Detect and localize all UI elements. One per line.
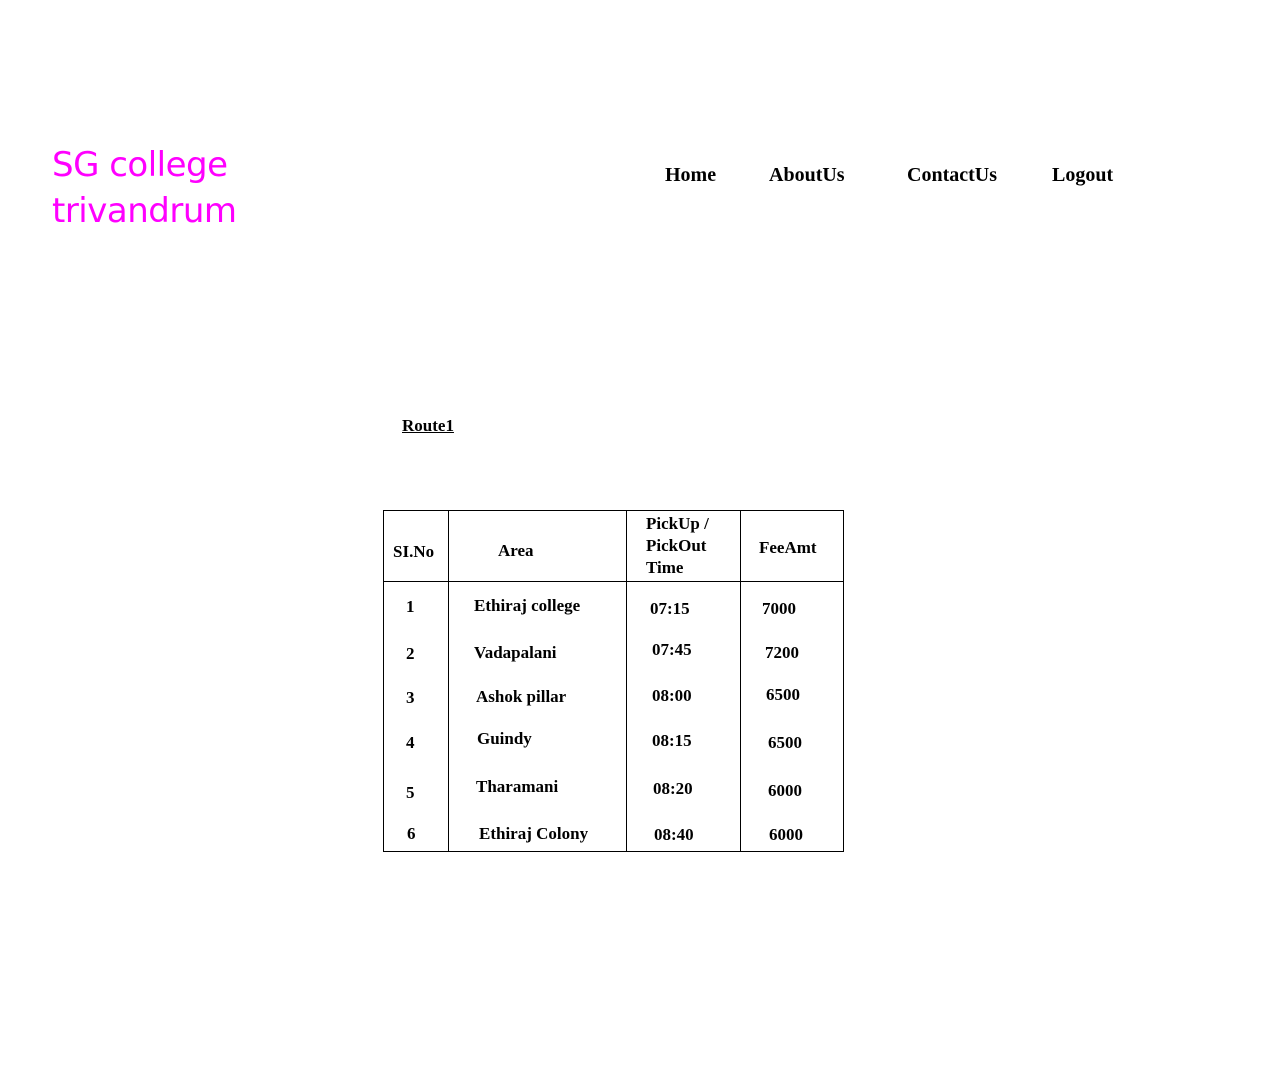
table-cell-fee: 6500 (768, 733, 802, 752)
table-cell-area: Guindy (477, 729, 532, 748)
header-time: PickUp / PickOut Time (646, 513, 709, 579)
table-cell-time: 07:45 (652, 640, 692, 659)
table-cell-slno: 3 (406, 688, 415, 707)
table-cell-time: 07:15 (650, 599, 690, 618)
table-cell-slno: 2 (406, 644, 415, 663)
table-cell-fee: 6000 (768, 781, 802, 800)
route-table: SI.No Area PickUp / PickOut Time FeeAmt … (383, 510, 844, 852)
table-cell-time: 08:40 (654, 825, 694, 844)
header-time-line-2: PickOut (646, 536, 707, 555)
route-title: Route1 (402, 416, 454, 435)
table-cell-fee: 7200 (765, 643, 799, 662)
table-header-divider (384, 581, 843, 582)
table-divider (626, 511, 627, 852)
table-cell-time: 08:15 (652, 731, 692, 750)
brand-line-1: SG college (52, 145, 228, 185)
table-cell-area: Ethiraj college (474, 596, 581, 615)
table-divider (448, 511, 449, 852)
nav-contactus-link[interactable]: ContactUs (907, 164, 997, 187)
table-cell-slno: 6 (407, 824, 416, 843)
nav-home-link[interactable]: Home (665, 164, 716, 187)
header-time-line-3: Time (646, 558, 684, 577)
table-cell-slno: 4 (406, 733, 415, 752)
table-cell-time: 08:00 (652, 686, 692, 705)
table-cell-fee: 7000 (762, 599, 796, 618)
header-slno: SI.No (393, 542, 435, 561)
header-area: Area (498, 541, 534, 560)
table-cell-time: 08:20 (653, 779, 693, 798)
table-cell-area: Ethiraj Colony (479, 824, 589, 843)
table-cell-fee: 6000 (769, 825, 803, 844)
header-fee: FeeAmt (759, 538, 817, 557)
brand-logo: SG college trivandrum (52, 142, 312, 234)
nav-logout-link[interactable]: Logout (1052, 164, 1113, 187)
brand-line-2: trivandrum (52, 191, 237, 231)
table-cell-slno: 5 (406, 783, 415, 802)
table-cell-fee: 6500 (766, 685, 800, 704)
table-cell-area: Vadapalani (474, 643, 557, 662)
header-time-line-1: PickUp / (646, 514, 709, 533)
table-cell-area: Ashok pillar (476, 687, 567, 706)
table-cell-slno: 1 (406, 597, 415, 616)
table-divider (740, 511, 741, 852)
table-cell-area: Tharamani (476, 777, 559, 796)
nav-aboutus-link[interactable]: AboutUs (769, 164, 845, 187)
